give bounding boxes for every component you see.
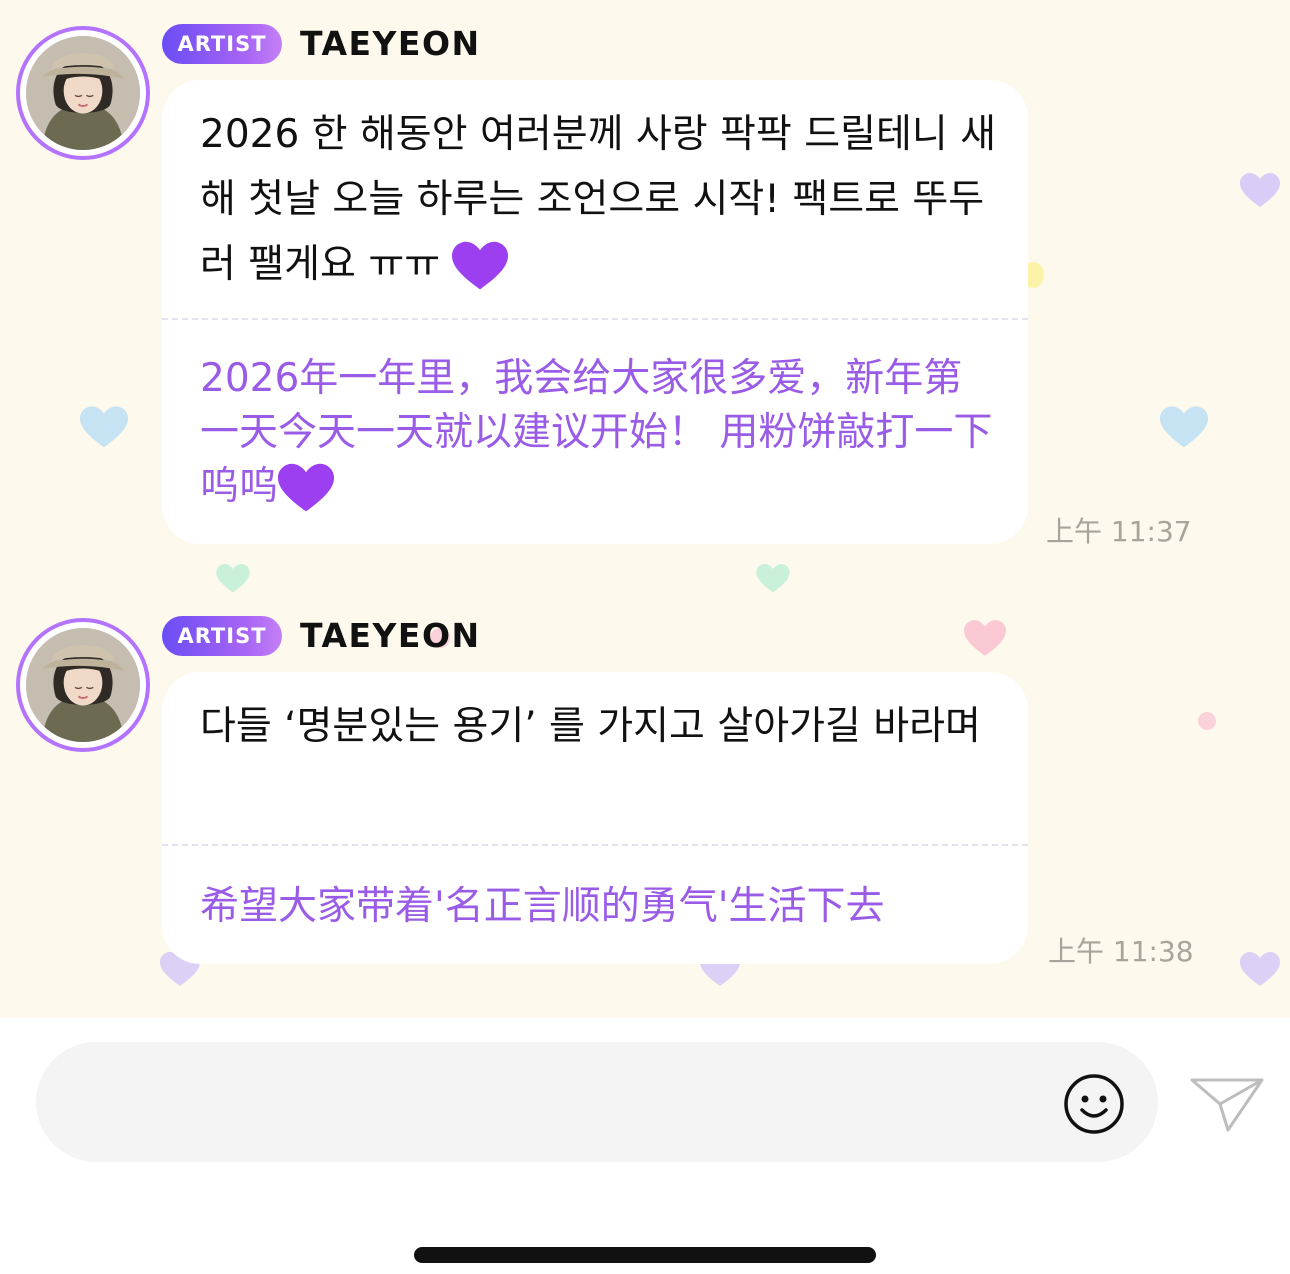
purple-heart-icon [278,463,335,511]
avatar-portrait-icon [26,628,140,742]
heart-decoration-icon [1240,173,1280,207]
artist-badge: ARTIST [162,24,282,64]
message-text-korean-content: 2026 한 해동안 여러분께 사랑 팍팍 드릴테니 새해 첫날 오늘 하루는 … [200,112,996,287]
divider [162,844,1028,846]
message-input[interactable] [36,1042,1158,1162]
message-timestamp: 上午 11:37 [1046,515,1192,548]
heart-decoration-icon [1160,406,1208,448]
heart-decoration-icon [216,564,250,593]
purple-heart-icon [452,241,509,289]
chat-area: ARTIST TAEYEON 2026 한 해동안 여러분께 사랑 팍팍 드릴테… [0,0,1290,1018]
home-indicator[interactable] [414,1247,876,1263]
avatar[interactable] [16,618,150,752]
avatar-portrait-icon [26,36,140,150]
paper-plane-icon[interactable] [1188,1072,1268,1136]
sender-name[interactable]: TAEYEON [300,616,481,655]
heart-decoration-icon [80,406,128,448]
message-bubble[interactable]: 다들 ‘명분있는 용기’ 를 가지고 살아가길 바라며 希望大家带着'名正言顺的… [162,672,1028,964]
message-timestamp: 上午 11:38 [1048,935,1194,968]
avatar[interactable] [16,26,150,160]
avatar-photo [26,36,140,150]
decoration-dot [1198,712,1216,730]
message-text-chinese: 希望大家带着'名正言顺的勇气'生活下去 [200,884,885,929]
heart-decoration-icon [964,620,1006,656]
message-text-korean: 다들 ‘명분있는 용기’ 를 가지고 살아가길 바라며 [200,704,981,749]
message-text-korean: 2026 한 해동안 여러분께 사랑 팍팍 드릴테니 새해 첫날 오늘 하루는 … [200,102,998,297]
message-bubble[interactable]: 2026 한 해동안 여러분께 사랑 팍팍 드릴테니 새해 첫날 오늘 하루는 … [162,80,1028,544]
artist-badge: ARTIST [162,616,282,656]
avatar-photo [26,628,140,742]
sender-name[interactable]: TAEYEON [300,24,481,63]
heart-decoration-icon [1240,952,1280,986]
smiley-icon[interactable] [1062,1072,1126,1136]
message-text-chinese: 2026年一年里，我会给大家很多爱，新年第一天今天一天就以建议开始！ 用粉饼敲打… [200,352,998,515]
divider [162,318,1028,320]
heart-decoration-icon [756,564,790,593]
